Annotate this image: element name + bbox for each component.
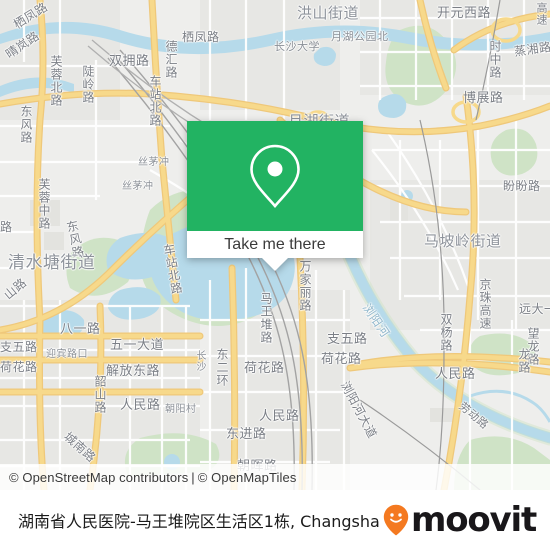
moovit-wordmark: moovit: [410, 500, 537, 540]
attribution-separator: |: [191, 469, 195, 485]
openmaptiles-attribution[interactable]: © OpenMapTiles: [198, 470, 297, 485]
card-pointer-tail: [262, 258, 288, 271]
moovit-logo[interactable]: moovit: [383, 500, 537, 540]
take-me-there-card[interactable]: Take me there: [187, 121, 363, 271]
card-footer[interactable]: Take me there: [187, 231, 363, 271]
map-canvas[interactable]: 栖凤路 晴岚路 芙蓉北路 陡岭路 双拥路 德汇路 栖凤路 车站北路 东风路 洪山街道 开元西路 高速月…: [0, 0, 550, 490]
card-green-header: [187, 121, 363, 231]
footer-bar: 湖南省人民医院-马王堆院区生活区1栋, Changsha moovit: [0, 490, 550, 550]
moovit-pin-icon: [383, 504, 409, 536]
moovit-map-page: 栖凤路 晴岚路 芙蓉北路 陡岭路 双拥路 德汇路 栖凤路 车站北路 东风路 洪山街道 开元西路 高速月…: [0, 0, 550, 550]
location-title: 湖南省人民医院-马王堆院区生活区1栋, Changsha: [18, 512, 380, 531]
osm-attribution[interactable]: © OpenStreetMap contributors: [9, 470, 188, 485]
map-attribution: © OpenStreetMap contributors | © OpenMap…: [0, 464, 550, 490]
take-me-there-label: Take me there: [224, 235, 326, 253]
location-pin-icon: [250, 144, 300, 209]
